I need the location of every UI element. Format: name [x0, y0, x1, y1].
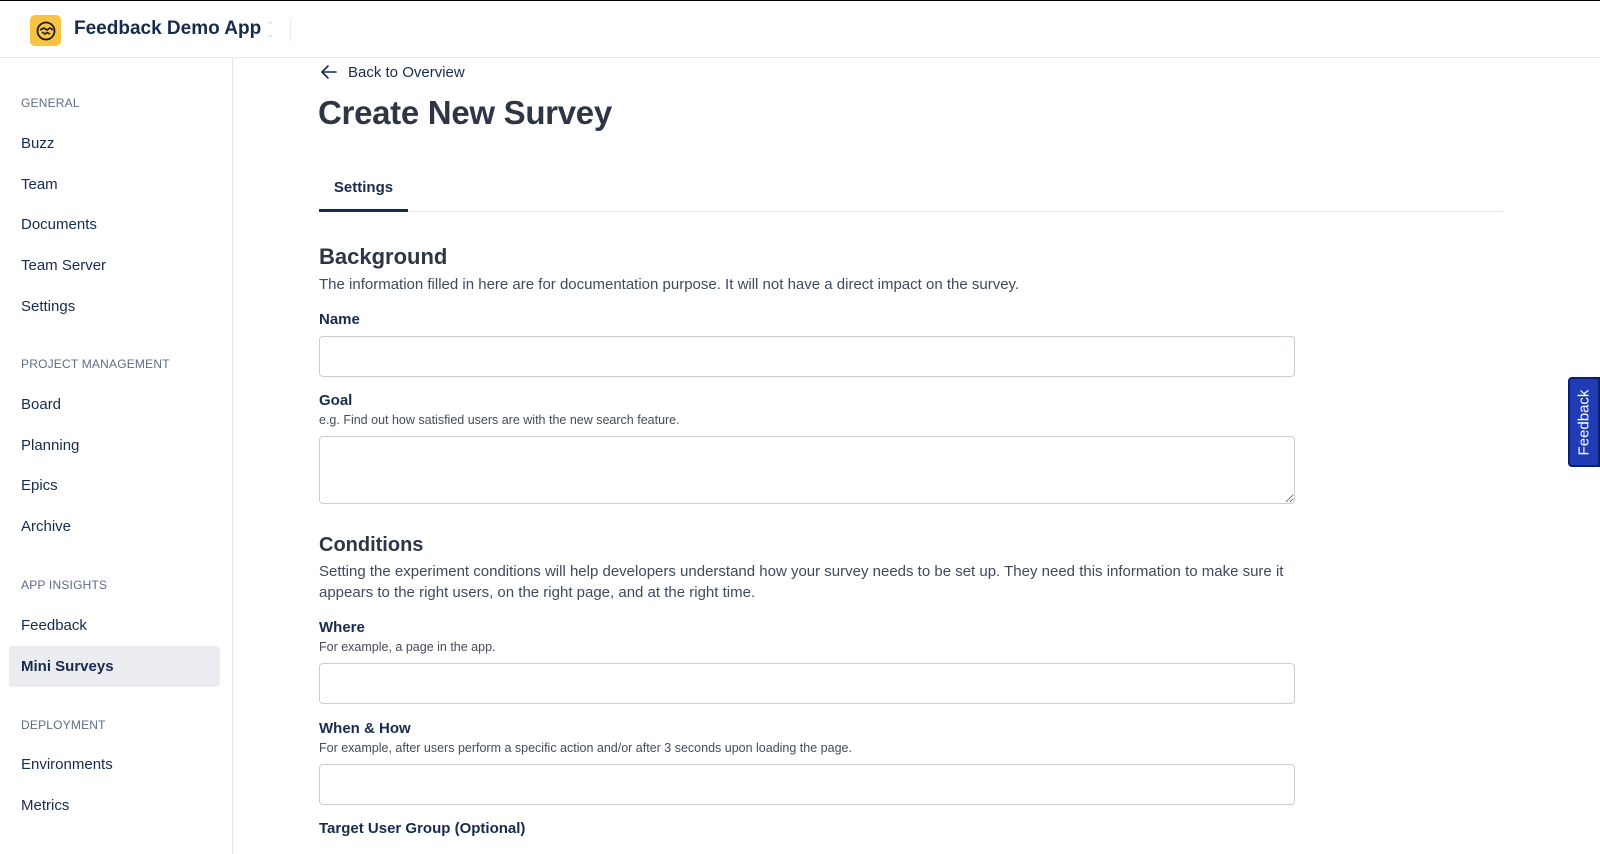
section-app-insights: APP INSIGHTS — [21, 578, 108, 592]
arrow-left-icon — [321, 65, 337, 79]
handshake-icon[interactable] — [30, 15, 61, 46]
sidebar: GENERAL Buzz Team Documents Team Server … — [0, 58, 233, 854]
sidebar-item-board[interactable]: Board — [9, 384, 220, 425]
app-title[interactable]: Feedback Demo App — [74, 18, 261, 40]
goal-hint: e.g. Find out how satisfied users are wi… — [319, 413, 680, 427]
tab-settings[interactable]: Settings — [319, 166, 408, 212]
section-general: GENERAL — [21, 96, 80, 110]
conditions-section-title: Conditions — [319, 534, 424, 556]
sidebar-item-settings[interactable]: Settings — [9, 286, 220, 327]
main-content: Back to Overview Create New Survey Setti… — [234, 58, 1600, 854]
name-input[interactable] — [319, 336, 1295, 377]
when-how-label: When & How — [319, 720, 411, 737]
when-how-hint: For example, after users perform a speci… — [319, 741, 852, 755]
when-how-input[interactable] — [319, 764, 1295, 805]
sidebar-item-feedback[interactable]: Feedback — [9, 605, 220, 646]
background-description: The information filled in here are for d… — [319, 276, 1020, 293]
section-project-management: PROJECT MANAGEMENT — [21, 357, 170, 371]
sidebar-item-environments[interactable]: Environments — [9, 744, 220, 785]
goal-label: Goal — [319, 392, 353, 409]
target-user-group-label: Target User Group (Optional) — [319, 820, 526, 837]
sidebar-item-planning[interactable]: Planning — [9, 425, 220, 466]
section-deployment: DEPLOYMENT — [21, 718, 106, 732]
back-to-overview-link[interactable]: Back to Overview — [320, 60, 465, 84]
sidebar-item-epics[interactable]: Epics — [9, 465, 220, 506]
back-link-label: Back to Overview — [348, 63, 465, 81]
where-label: Where — [319, 619, 365, 636]
sidebar-item-mini-surveys[interactable]: Mini Surveys — [9, 646, 220, 687]
feedback-side-button[interactable]: Feedback — [1568, 377, 1600, 467]
where-hint: For example, a page in the app. — [319, 640, 496, 654]
feedback-side-button-label: Feedback — [1575, 389, 1593, 455]
where-input[interactable] — [319, 663, 1295, 704]
goal-textarea[interactable] — [319, 436, 1295, 504]
app-switcher-chevron-icon[interactable]: ⌃ ⌄ — [264, 18, 276, 42]
page-title: Create New Survey — [318, 94, 612, 131]
topbar-divider — [290, 19, 291, 41]
sidebar-item-team-server[interactable]: Team Server — [9, 245, 220, 286]
sidebar-item-archive[interactable]: Archive — [9, 506, 220, 547]
sidebar-item-metrics[interactable]: Metrics — [9, 785, 220, 826]
sidebar-item-buzz[interactable]: Buzz — [9, 123, 220, 164]
top-bar: Feedback Demo App ⌃ ⌄ — [0, 0, 1600, 58]
sidebar-item-team[interactable]: Team — [9, 164, 220, 205]
conditions-description: Setting the experiment conditions will h… — [319, 563, 1284, 601]
background-section-title: Background — [319, 244, 448, 269]
sidebar-item-documents[interactable]: Documents — [9, 204, 220, 245]
tab-bar: Settings — [319, 166, 1503, 212]
name-label: Name — [319, 311, 360, 328]
